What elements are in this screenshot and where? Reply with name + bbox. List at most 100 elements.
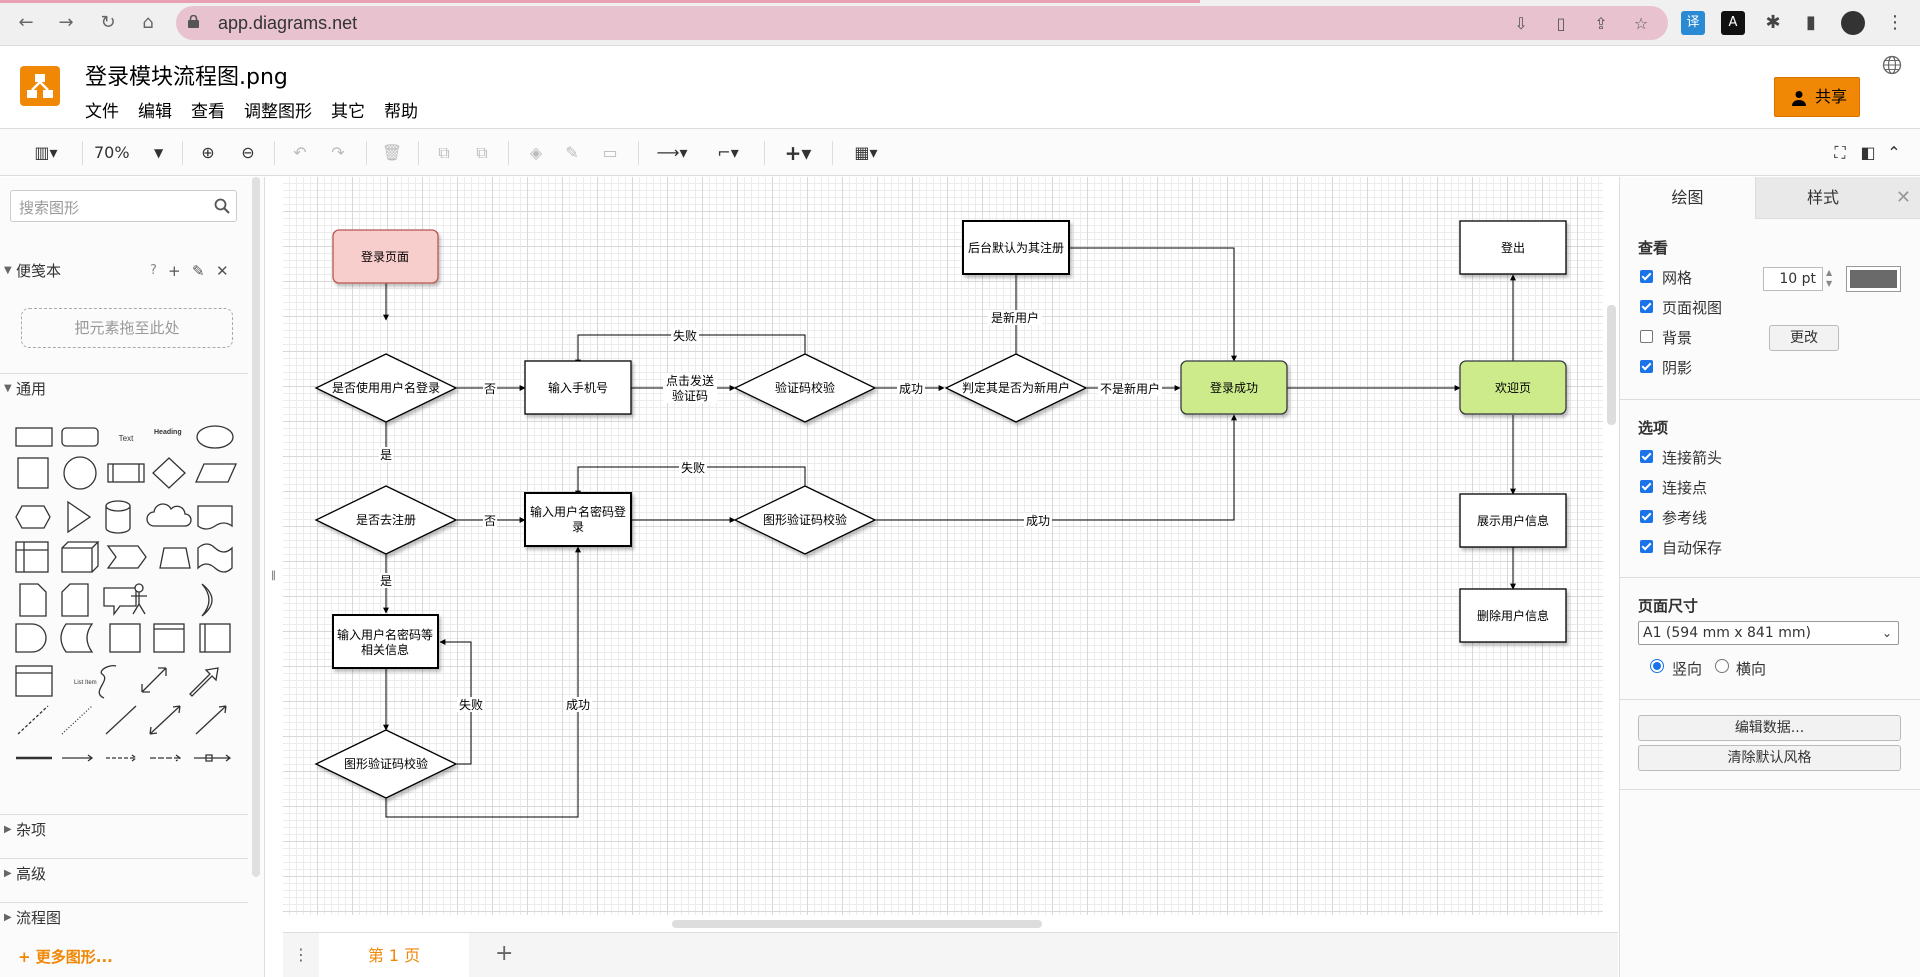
shape-diamond[interactable] [152, 457, 186, 489]
shape-line[interactable] [105, 705, 137, 735]
shape-note[interactable] [19, 583, 47, 617]
scratchpad-drop-zone[interactable]: 把元素拖至此处 [21, 308, 233, 348]
shape-connector-label[interactable] [150, 754, 182, 762]
scratchpad-add-icon[interactable]: + [168, 256, 181, 286]
shape-heading[interactable]: Heading [154, 429, 182, 436]
shape-step[interactable] [106, 545, 147, 569]
page-icon[interactable]: ▯ [1551, 14, 1571, 34]
shape-or[interactable] [201, 583, 213, 617]
page-view-checkbox[interactable] [1640, 300, 1653, 313]
fill-color-icon[interactable]: ◈ [524, 141, 548, 165]
scratchpad-close-icon[interactable]: ✕ [216, 256, 229, 286]
shape-delay[interactable] [15, 623, 47, 653]
shape-dotted-line[interactable] [61, 705, 93, 735]
line-color-icon[interactable]: ✎ [560, 141, 584, 165]
portrait-radio[interactable] [1650, 659, 1664, 673]
misc-section-header[interactable]: ▶ 杂项 [0, 814, 248, 844]
back-icon[interactable]: ← [14, 11, 38, 35]
scratchpad-help-icon[interactable]: ? [150, 256, 157, 286]
background-checkbox[interactable] [1640, 330, 1653, 343]
menu-view[interactable]: 查看 [191, 97, 225, 122]
insert-plus-icon[interactable]: +▾ [778, 141, 818, 165]
guides-checkbox[interactable] [1640, 510, 1653, 523]
shape-rectangle[interactable] [15, 427, 53, 447]
shadow-checkbox[interactable] [1640, 360, 1653, 373]
home-icon[interactable]: ⌂ [136, 11, 160, 35]
install-icon[interactable]: ⇩ [1511, 14, 1531, 34]
shape-tape[interactable] [197, 543, 233, 573]
bookmark-star-icon[interactable]: ☆ [1631, 14, 1651, 34]
shape-triangle[interactable] [67, 500, 92, 534]
redo-icon[interactable]: ↷ [326, 141, 350, 165]
grid-color-swatch[interactable] [1846, 266, 1901, 292]
shape-list-item[interactable]: List Item [74, 680, 97, 686]
undo-icon[interactable]: ↶ [288, 141, 312, 165]
shadow-icon[interactable]: ▭ [598, 141, 622, 165]
waypoints-icon[interactable]: ⌐▾ [708, 141, 748, 165]
autosave-checkbox[interactable] [1640, 540, 1653, 553]
page-tab-1[interactable]: 第 1 页 [319, 933, 469, 977]
shape-directional-connector[interactable] [195, 705, 227, 735]
clear-default-style-button[interactable]: 清除默认风格 [1638, 745, 1901, 771]
diagram-canvas[interactable]: 登录页面 是否使用用户名登录 输入手机号 验证码校验 判定其是否为新用户 后台默… [283, 177, 1603, 915]
shape-arrow[interactable] [189, 667, 219, 697]
page-size-select[interactable]: A1 (594 mm x 841 mm) ⌄ [1638, 621, 1899, 645]
edge-register-to-success[interactable] [1069, 247, 1237, 362]
search-icon[interactable] [214, 198, 230, 214]
shape-trapezoid[interactable] [159, 547, 191, 569]
to-front-icon[interactable]: ⧉ [432, 141, 456, 165]
canvas-vertical-scrollbar[interactable] [1607, 305, 1616, 425]
shape-hexagon[interactable] [15, 505, 51, 529]
chrome-menu-icon[interactable]: ⋮ [1883, 11, 1907, 35]
tab-style[interactable]: 样式 [1755, 177, 1890, 219]
connection-points-checkbox[interactable] [1640, 480, 1653, 493]
scratchpad-edit-icon[interactable]: ✎ [192, 256, 205, 286]
menu-extras[interactable]: 其它 [331, 97, 365, 122]
close-panel-icon[interactable]: ✕ [1896, 187, 1911, 208]
shape-square[interactable] [17, 457, 49, 489]
shape-bidirectional-arrow[interactable] [141, 667, 167, 693]
menu-edit[interactable]: 编辑 [138, 97, 172, 122]
shape-swimlane[interactable] [153, 623, 185, 653]
shape-cube[interactable] [61, 541, 100, 573]
shape-cylinder[interactable] [105, 500, 131, 534]
shape-callout[interactable] [103, 587, 137, 616]
share-page-icon[interactable]: ⇪ [1591, 14, 1611, 34]
shape-document[interactable] [197, 505, 233, 530]
connection-style-icon[interactable]: ⟶▾ [652, 141, 692, 165]
fullscreen-icon[interactable]: ⛶ [1828, 141, 1852, 165]
shape-cloud[interactable] [146, 503, 192, 527]
grid-checkbox[interactable] [1640, 270, 1653, 283]
shape-list[interactable] [15, 665, 53, 697]
table-icon[interactable]: ▦▾ [846, 141, 886, 165]
shape-bidirectional-connector[interactable] [149, 705, 181, 735]
shape-rounded-rectangle[interactable] [61, 427, 99, 447]
puzzle-extensions-icon[interactable]: ✱ [1761, 11, 1785, 35]
language-globe-icon[interactable] [1882, 55, 1902, 75]
shape-container[interactable] [109, 623, 141, 653]
profile-avatar[interactable] [1841, 11, 1865, 35]
canvas-horizontal-scrollbar[interactable] [672, 920, 1042, 928]
grid-size-input[interactable]: 10 pt [1763, 267, 1823, 291]
zoom-out-icon[interactable]: ⊖ [236, 141, 260, 165]
shape-search-input[interactable]: 搜索图形 [10, 190, 237, 222]
advanced-section-header[interactable]: ▶ 高级 [0, 858, 248, 888]
translate-extension-icon[interactable]: 译 [1681, 11, 1705, 35]
grid-size-stepper[interactable]: ▲ ▼ [1826, 267, 1836, 291]
pages-menu-icon[interactable]: ⋮ [293, 945, 309, 965]
delete-icon[interactable]: 🗑 [380, 141, 404, 165]
shape-curve[interactable] [98, 664, 117, 699]
zoom-in-icon[interactable]: ⊕ [196, 141, 220, 165]
tab-diagram[interactable]: 绘图 [1620, 177, 1755, 219]
shape-circle[interactable] [63, 456, 97, 490]
more-shapes-link[interactable]: + 更多图形... [18, 946, 113, 967]
zoom-select[interactable]: 70% ▼ [94, 141, 170, 165]
shape-connector-waypoint[interactable] [194, 754, 232, 762]
shape-ellipse[interactable] [196, 425, 234, 449]
collapse-chevron-icon[interactable]: ⌃ [1882, 141, 1906, 165]
shape-dashed-line[interactable] [17, 705, 49, 735]
extension-icon[interactable]: A [1721, 11, 1745, 35]
view-layout-icon[interactable]: ▥▾ [26, 141, 66, 165]
scratchpad-header[interactable]: ▼ 便笺本 ? + ✎ ✕ [0, 256, 248, 286]
to-back-icon[interactable]: ⧉ [470, 141, 494, 165]
